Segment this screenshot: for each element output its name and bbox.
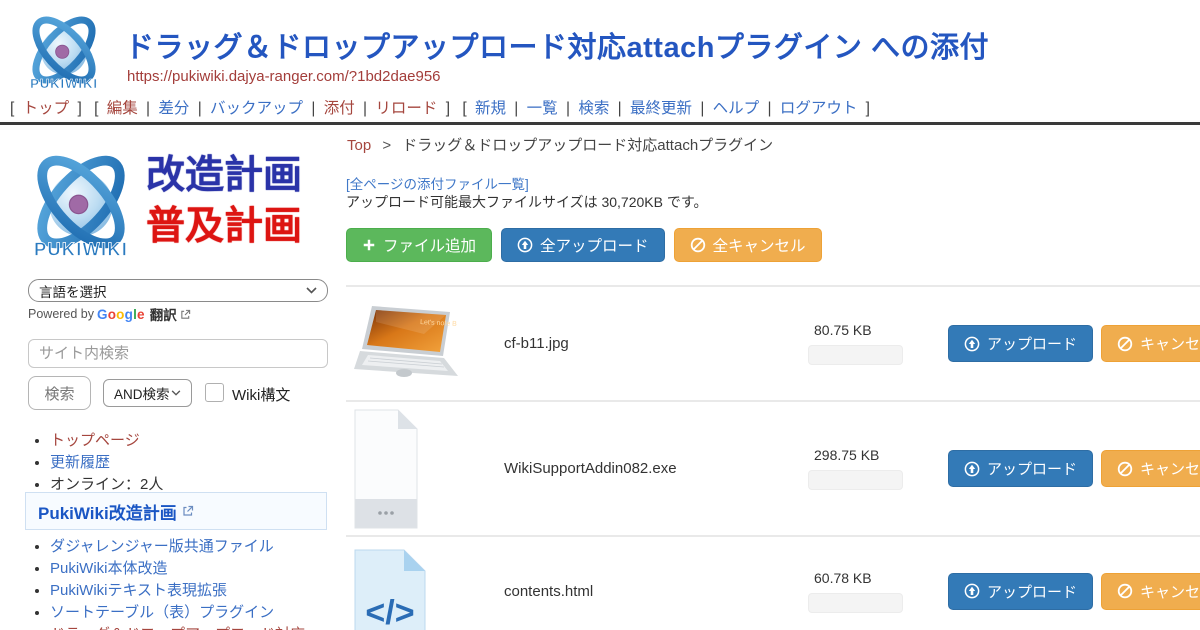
nav-link-diff[interactable]: 差分 [158,100,189,117]
top-navigation: [ トップ ] [ 編集 | 差分 | バックアップ | 添付 | リロード ]… [8,96,872,118]
nav-link-reload[interactable]: リロード [375,100,437,117]
upload-circle-icon [964,461,980,477]
page: PUKIWIKI ドラッグ＆ドロップアップロード対応attachプラグイン への… [0,0,1200,630]
page-url: https://pukiwiki.dajya-ranger.com/?1bd2d… [127,68,441,85]
file-row: </> contents.html 60.78 KB アップロード [346,535,1200,630]
nav-link-top[interactable]: トップ [23,100,70,117]
upload-progress-bar [808,593,903,613]
banner-slogan: 改造計画 普及計画 [146,151,302,252]
upload-button[interactable]: アップロード [948,573,1093,610]
upload-all-button[interactable]: 全アップロード [501,228,665,262]
nav-link-help[interactable]: ヘルプ [713,100,760,117]
file-name: contents.html [504,583,808,600]
sidebar-item-dnd-attach[interactable]: ドラッグ＆ドロップアップロード対応attachプラグイン [50,626,305,630]
all-attachments-link[interactable]: [全ページの添付ファイル一覧] [346,173,529,193]
nav-link-backup[interactable]: バックアップ [210,100,303,117]
ban-circle-icon [1117,461,1133,477]
html-code-file-icon: </> [354,549,426,630]
file-name: cf-b11.jpg [504,335,808,352]
add-files-button[interactable]: ファイル追加 [346,228,492,262]
pukiwiki-atom-icon: PUKIWIKI [20,141,142,263]
nav-link-edit[interactable]: 編集 [107,100,138,117]
sidebar-item-toppage[interactable]: トップページ [50,432,140,449]
google-logo: Google [97,307,145,322]
sidebar-item-text-ext[interactable]: PukiWikiテキスト表現拡張 [50,582,227,599]
nav-link-recent[interactable]: 最終更新 [630,100,692,117]
laptop-photo-thumbnail: Let's note B [354,302,464,386]
language-select[interactable]: 言語を選択 [28,279,328,302]
wiki-syntax-label: Wiki構文 [232,384,290,405]
site-search-input[interactable] [28,339,328,368]
upload-progress-bar [808,470,903,490]
nav-link-search[interactable]: 検索 [578,100,609,117]
breadcrumb-home-link[interactable]: Top [347,137,371,154]
breadcrumb-current: ドラッグ＆ドロップアップロード対応attachプラグイン [402,137,773,154]
sidebar-item-history[interactable]: 更新履歴 [50,454,110,471]
upload-progress-bar [808,345,903,365]
nav-link-list[interactable]: 一覧 [527,100,558,117]
cancel-button[interactable]: キャンセル [1101,450,1200,487]
file-row: WikiSupportAddin082.exe 298.75 KB アップロード [346,400,1200,535]
sidebar-item-core-mod[interactable]: PukiWiki本体改造 [50,560,168,577]
cancel-button[interactable]: キャンセル [1101,325,1200,362]
upload-circle-icon [964,336,980,352]
nav-link-logout[interactable]: ログアウト [780,100,858,117]
sidebar-item-sort-table[interactable]: ソートテーブル（表）プラグイン [50,604,274,621]
sidebar-item-common-files[interactable]: ダジャレンジャー版共通ファイル [50,538,274,555]
cancel-all-button[interactable]: 全キャンセル [674,228,822,262]
logo-wordmark: PUKIWIKI [30,76,98,91]
search-button[interactable]: 検索 [28,376,91,410]
sidebar-list-plugins: ダジャレンジャー版共通ファイル PukiWiki本体改造 PukiWikiテキス… [30,537,335,630]
sidebar-online-count: オンライン：2人 [50,476,163,493]
pukiwiki-logo-icon[interactable]: PUKIWIKI [12,6,116,94]
file-name: WikiSupportAddin082.exe [504,460,808,477]
file-size: 60.78 KB [808,570,872,586]
ban-circle-icon [1117,336,1133,352]
generic-file-icon [354,409,418,529]
external-link-icon [182,505,194,517]
chevron-down-icon [171,390,181,396]
file-size: 80.75 KB [808,322,872,338]
wiki-syntax-checkbox[interactable] [205,383,224,402]
svg-text:</>: </> [365,594,414,630]
ban-circle-icon [690,237,706,253]
upload-button[interactable]: アップロード [948,325,1093,362]
nav-link-new[interactable]: 新規 [475,100,506,117]
sidebar-list-top: トップページ 更新履歴 オンライン：2人 [30,431,335,497]
upload-button[interactable]: アップロード [948,450,1093,487]
chevron-down-icon [306,287,317,294]
header-divider [0,122,1200,125]
plus-icon [362,238,376,252]
sidebar-banner-link[interactable]: PUKIWIKI 改造計画 普及計画 [20,138,332,266]
upload-file-list: Let's note B cf-b11.jpg 80.75 KB [346,285,1200,630]
file-size: 298.75 KB [808,447,879,463]
upload-circle-icon [517,237,533,253]
upload-toolbar: ファイル追加 全アップロード 全キャンセル [346,228,822,262]
upload-circle-icon [964,583,980,599]
ban-circle-icon [1117,583,1133,599]
google-translate-attribution: Powered by Google 翻訳 [28,304,191,324]
nav-link-attach[interactable]: 添付 [324,100,355,117]
sidebar-heading-link[interactable]: PukiWiki改造計画 [25,492,327,530]
page-title: ドラッグ＆ドロップアップロード対応attachプラグイン への添付 [125,24,989,66]
external-link-icon [180,309,191,320]
breadcrumb: Top > ドラッグ＆ドロップアップロード対応attachプラグイン [347,134,773,155]
max-upload-size-text: アップロード可能最大ファイルサイズは 30,720KB です。 [346,192,707,212]
banner-wordmark: PUKIWIKI [34,239,128,260]
cancel-button[interactable]: キャンセル [1101,573,1200,610]
file-row: Let's note B cf-b11.jpg 80.75 KB [346,287,1200,400]
search-mode-select[interactable]: AND検索 [103,379,192,407]
